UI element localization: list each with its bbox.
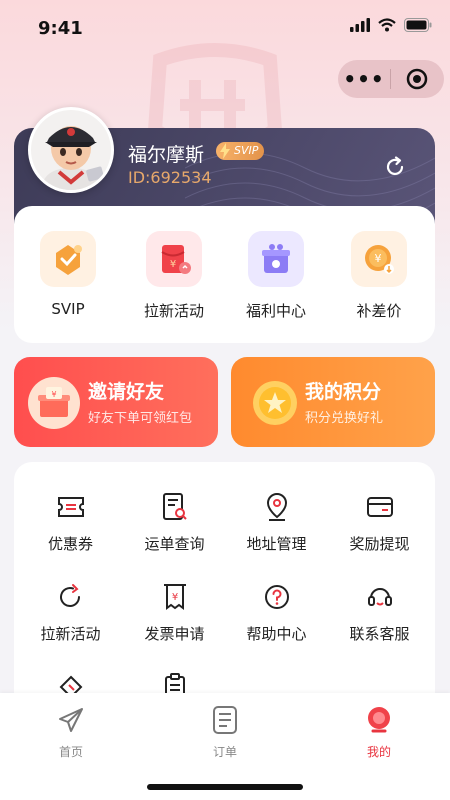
svg-text:¥: ¥ <box>171 592 177 603</box>
service-label: 地址管理 <box>246 535 307 553</box>
refresh-icon <box>386 156 404 176</box>
mini-program-capsule: ••• <box>338 60 444 98</box>
invoice-icon: ¥ <box>158 580 192 614</box>
tab-label: 订单 <box>212 745 237 759</box>
red-envelope-icon: ¥ <box>146 231 202 287</box>
lightning-icon <box>220 143 230 159</box>
user-id: ID:692534 <box>128 168 212 187</box>
svip-badge: SVIP <box>216 142 265 160</box>
tab-home[interactable]: 首页 <box>31 705 111 760</box>
service-label: 发票申请 <box>144 625 205 643</box>
service-label: 联系客服 <box>349 625 410 643</box>
quick-action-label: 补差价 <box>356 302 402 320</box>
service-help[interactable]: 帮助中心 <box>224 580 329 644</box>
my-points-banner[interactable]: 我的积分 积分兑换好礼 <box>231 357 435 447</box>
more-button[interactable]: ••• <box>338 60 390 98</box>
refresh-button[interactable] <box>383 155 407 183</box>
avatar-character-icon <box>31 110 111 190</box>
service-label: 奖励提现 <box>349 535 410 553</box>
service-label: 帮助中心 <box>246 625 307 643</box>
battery-icon <box>404 18 432 32</box>
service-address[interactable]: 地址管理 <box>224 490 329 554</box>
points-banner-title: 我的积分 <box>305 381 382 403</box>
service-label: 优惠券 <box>47 535 93 553</box>
help-icon <box>260 580 294 614</box>
avatar[interactable] <box>28 107 114 193</box>
wifi-icon <box>378 18 396 32</box>
home-indicator <box>147 784 303 790</box>
service-customer-service[interactable]: 联系客服 <box>327 580 432 644</box>
svg-text:¥: ¥ <box>170 259 176 270</box>
service-waybill-search[interactable]: 运单查询 <box>122 490 227 554</box>
quick-action-label: 福利中心 <box>245 302 306 320</box>
quick-action-label: SVIP <box>51 300 85 318</box>
status-icons <box>350 18 432 32</box>
quick-action-price-diff[interactable]: ¥ 补差价 <box>327 231 431 321</box>
user-name: 福尔摩斯 <box>128 144 205 166</box>
paper-plane-icon <box>59 708 83 732</box>
gift-icon <box>248 231 304 287</box>
svg-text:¥: ¥ <box>375 252 382 265</box>
status-time: 9:41 <box>38 18 83 39</box>
quick-action-referral[interactable]: ¥ 拉新活动 <box>122 231 226 321</box>
svip-icon <box>40 231 96 287</box>
signal-icon <box>350 18 370 32</box>
quick-actions-card: SVIP ¥ 拉新活动 福利中心 ¥ 补差价 <box>14 206 435 343</box>
service-coupon[interactable]: 优惠券 <box>18 490 123 554</box>
headset-icon <box>363 580 397 614</box>
points-banner-subtitle: 积分兑换好礼 <box>305 411 384 426</box>
tab-me[interactable]: 我的 <box>339 705 419 760</box>
service-label: 拉新活动 <box>40 625 101 643</box>
invite-banner-subtitle: 好友下单可领红包 <box>88 411 193 426</box>
refresh-arrow-icon <box>54 580 88 614</box>
waybill-search-icon <box>158 490 192 524</box>
svg-text:¥: ¥ <box>51 390 56 399</box>
service-referral[interactable]: 拉新活动 <box>18 580 123 644</box>
wallet-icon <box>363 490 397 524</box>
tab-label: 首页 <box>58 745 83 759</box>
order-list-icon <box>213 706 237 734</box>
quick-action-welfare[interactable]: 福利中心 <box>224 231 328 321</box>
svip-badge-label: SVIP <box>234 144 259 157</box>
status-bar: 9:41 <box>0 0 450 58</box>
target-icon <box>406 68 428 90</box>
quick-action-svip[interactable]: SVIP <box>16 231 120 318</box>
service-reward-withdraw[interactable]: 奖励提现 <box>327 490 432 554</box>
location-icon <box>260 490 294 524</box>
invite-gift-icon: ¥ <box>28 377 80 429</box>
tab-orders[interactable]: 订单 <box>185 705 265 760</box>
service-label: 运单查询 <box>144 535 205 553</box>
me-icon <box>368 707 390 733</box>
points-star-icon <box>249 377 301 429</box>
coin-icon: ¥ <box>351 231 407 287</box>
invite-friends-banner[interactable]: ¥ 邀请好友 好友下单可领红包 <box>14 357 218 447</box>
tab-label: 我的 <box>366 745 391 759</box>
service-invoice[interactable]: ¥ 发票申请 <box>122 580 227 644</box>
quick-action-label: 拉新活动 <box>143 302 204 320</box>
coupon-icon <box>54 490 88 524</box>
close-mini-program-button[interactable] <box>391 68 443 90</box>
invite-banner-title: 邀请好友 <box>88 381 165 403</box>
